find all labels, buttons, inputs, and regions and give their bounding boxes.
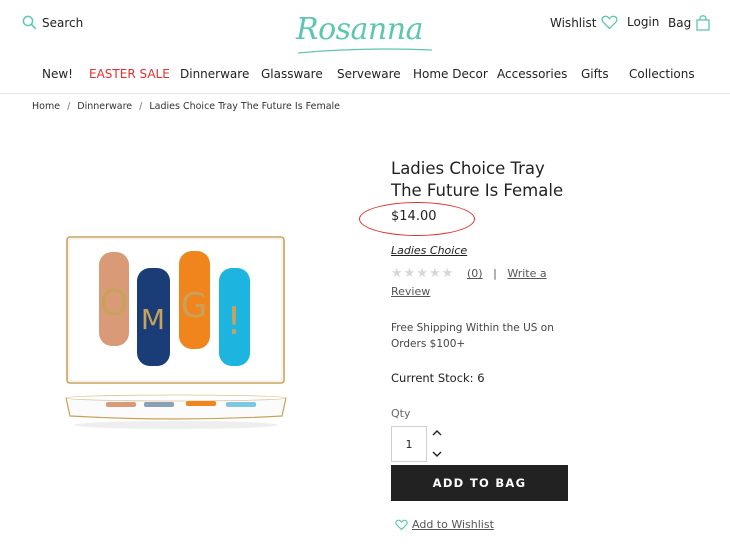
header-divider <box>0 93 730 94</box>
breadcrumb-home[interactable]: Home <box>32 101 60 112</box>
heart-icon <box>601 15 618 30</box>
breadcrumb-dinnerware[interactable]: Dinnerware <box>77 101 132 112</box>
product-price: $14.00 <box>391 209 437 224</box>
heart-icon <box>395 519 408 530</box>
add-to-wishlist-label: Add to Wishlist <box>412 518 494 531</box>
tray-letter-o: O <box>100 283 128 324</box>
write-review-link[interactable]: Write a <box>507 267 546 280</box>
shipping-info: Free Shipping Within the US on Orders $1… <box>391 320 561 352</box>
chevron-up-icon <box>432 430 442 436</box>
wishlist-label: Wishlist <box>550 15 597 30</box>
shipping-line2: Orders $100+ <box>391 338 466 350</box>
review-count-link[interactable]: (0) <box>467 267 483 280</box>
login-link[interactable]: Login <box>627 15 659 29</box>
nav-item-serveware[interactable]: Serveware <box>337 67 401 81</box>
nav-item-easter-sale[interactable]: EASTER SALE <box>89 67 170 81</box>
review-summary: (0) | Write a <box>467 267 547 280</box>
current-stock: Current Stock: 6 <box>391 371 485 385</box>
qty-decrease-button[interactable] <box>431 451 443 461</box>
bag-button[interactable]: Bag <box>668 15 710 31</box>
breadcrumb-separator: / <box>67 101 71 112</box>
star-icon: ★ <box>441 266 455 281</box>
nav-item-home-decor[interactable]: Home Decor <box>413 67 488 81</box>
search-button[interactable]: Search <box>22 15 83 30</box>
brand-link[interactable]: Ladies Choice <box>391 244 467 257</box>
product-title-line2: The Future Is Female <box>391 181 564 200</box>
shipping-line1: Free Shipping Within the US on <box>391 322 554 334</box>
add-to-bag-button[interactable]: ADD TO BAG <box>391 465 568 501</box>
logo-swoosh <box>297 48 433 54</box>
tray-letter-exclaim: ! <box>226 299 241 343</box>
nav-item-accessories[interactable]: Accessories <box>497 67 567 81</box>
nav-item-new[interactable]: New! <box>42 67 73 81</box>
qty-increase-button[interactable] <box>431 429 443 439</box>
product-title: Ladies Choice Tray The Future Is Female <box>391 158 601 202</box>
nav-item-gifts[interactable]: Gifts <box>581 67 609 81</box>
tray-letter-m: M <box>141 303 165 336</box>
review-separator: | <box>493 267 497 280</box>
shopping-bag-icon <box>696 15 710 31</box>
qty-label: Qty <box>391 407 411 420</box>
bag-label: Bag <box>668 16 692 30</box>
star-icon: ★ <box>403 266 417 281</box>
write-review-link-cont[interactable]: Review <box>391 285 430 298</box>
star-icon: ★ <box>416 266 429 281</box>
breadcrumb-separator: / <box>139 101 143 112</box>
wishlist-button[interactable]: Wishlist <box>550 15 618 30</box>
logo-text: Rosanna <box>296 12 423 47</box>
add-to-wishlist-link[interactable]: Add to Wishlist <box>395 518 494 531</box>
product-title-line1: Ladies Choice Tray <box>391 159 545 178</box>
tray-letter-g: G <box>181 286 207 326</box>
nav-item-collections[interactable]: Collections <box>629 67 695 81</box>
rosanna-logo[interactable]: Rosanna <box>292 10 434 58</box>
star-icon: ★ <box>428 266 442 281</box>
breadcrumb: Home / Dinnerware / Ladies Choice Tray The F… <box>32 101 340 112</box>
quantity-input[interactable]: 1 <box>391 426 427 462</box>
login-label: Login <box>627 15 660 29</box>
nav-item-glassware[interactable]: Glassware <box>261 67 323 81</box>
search-icon <box>22 15 37 30</box>
star-icon: ★ <box>391 266 404 281</box>
breadcrumb-current: Ladies Choice Tray The Future Is Female <box>149 101 341 112</box>
product-image[interactable]: O M G ! <box>60 230 292 435</box>
chevron-down-icon <box>432 451 442 457</box>
search-label: Search <box>42 15 84 30</box>
rating-stars: ★★★★★ <box>391 266 454 281</box>
main-nav: New! EASTER SALE Dinnerware Glassware Se… <box>0 67 730 83</box>
nav-item-dinnerware[interactable]: Dinnerware <box>180 67 249 81</box>
